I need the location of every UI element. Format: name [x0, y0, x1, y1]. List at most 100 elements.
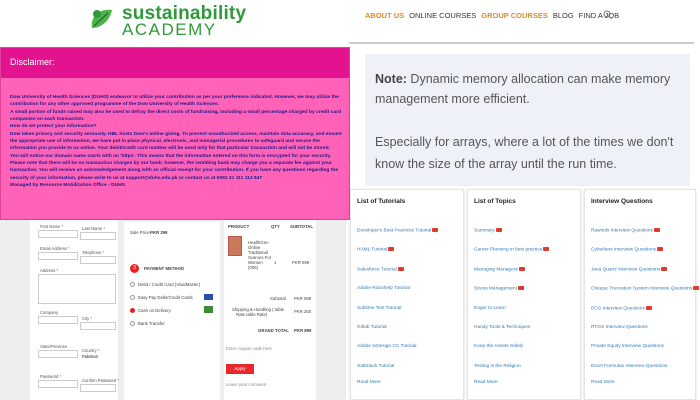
order-review-panel: PRODUCT QTY SUBTOTAL HealthGen Online Tr…	[224, 216, 316, 400]
payment-option-easypay-label: Easy Pay Debit/Credit Cards	[138, 295, 193, 300]
list-item[interactable]: Salesforce Tutorial	[357, 266, 438, 286]
nav-blog[interactable]: BLOG	[553, 11, 574, 20]
coupon-input[interactable]: Enter coupon code here	[226, 346, 272, 351]
topics-read-more-link[interactable]: Read More	[474, 380, 498, 385]
state-select[interactable]	[38, 350, 78, 358]
apply-coupon-button[interactable]: Apply	[226, 364, 254, 374]
disclaimer-line: How do we protect your information?	[10, 124, 97, 130]
nav-online-courses[interactable]: ONLINE COURSES	[409, 11, 476, 20]
product-qty[interactable]: 1	[274, 260, 276, 265]
disclaimer-line: Managed by Resource Mobilization Office …	[10, 183, 127, 189]
list-item[interactable]: Gitlab Tutorial	[357, 325, 438, 344]
list-item[interactable]: HAML Tutorial	[357, 247, 438, 266]
payment-option-bank-radio[interactable]	[130, 321, 135, 326]
hot-badge-icon	[645, 305, 652, 310]
city-label: City *	[82, 316, 93, 321]
nav-group-courses[interactable]: GROUP COURSES	[481, 11, 548, 20]
list-item[interactable]: Stress Management	[474, 286, 549, 305]
company-label: Company	[40, 310, 58, 315]
country-label: Country *	[82, 348, 100, 353]
site-header: sustainability ACADEMY ABOUT US ONLINE C…	[0, 0, 700, 42]
password-input[interactable]	[38, 380, 78, 388]
payment-option-cod-label: Cash on Delivery	[138, 308, 171, 313]
list-item[interactable]: Adobe InDesign CC Tutorial	[357, 344, 438, 363]
list-item[interactable]: Summary	[474, 228, 549, 247]
nav-about-us[interactable]: ABOUT US	[365, 11, 404, 20]
email-label: Email Address *	[40, 246, 70, 251]
list-item[interactable]: ECG Interview Questions	[591, 305, 699, 325]
interview-questions-card: Interview Questions Rawinds Interview Qu…	[584, 189, 700, 400]
list-item[interactable]: RTGS Interview Questions	[591, 325, 699, 344]
topics-card: List of Topics Summary Career Planning i…	[467, 189, 581, 400]
subtotal-label: Subtotal	[270, 296, 286, 301]
payment-option-card-label: Debit / Credit Card (Visa/Master)	[138, 282, 201, 287]
note-body-1: Dynamic memory allocation can make memor…	[375, 72, 671, 106]
disclaimer-line: Dow University of Health Sciences (DUHS)…	[10, 95, 339, 100]
payment-option-easypay-radio[interactable]	[130, 295, 135, 300]
list-item[interactable]: Eager to Learn	[474, 306, 549, 325]
list-item[interactable]: Cyberlans Interview Questions	[591, 247, 699, 266]
confirm-password-input[interactable]	[80, 384, 116, 392]
hot-badge-icon	[517, 286, 524, 291]
shipping-value: PKR 250	[294, 309, 312, 314]
disclaimer-title: Disclaimer:	[10, 57, 55, 67]
tutorials-read-more-link[interactable]: Read More	[357, 380, 381, 385]
country-select[interactable]: Pakistan	[82, 354, 98, 359]
disclaimer-line: A small portion of funds raised may also…	[10, 109, 342, 115]
list-item[interactable]: Developer's Best Practices Tutorial	[357, 228, 439, 247]
list-item[interactable]: Cheque Truncation System Interview Quest…	[591, 286, 700, 305]
interview-read-more-link[interactable]: Read More	[591, 380, 615, 385]
hot-badge-icon	[495, 228, 502, 232]
disclaimer-line: contribution for any other approved prog…	[10, 102, 219, 108]
site-logo[interactable]: sustainability ACADEMY	[84, 2, 246, 39]
billing-form: First Name * Last Name * Email Address *…	[30, 210, 119, 400]
hot-badge-icon	[661, 266, 668, 271]
grand-total-value: PKR 899	[294, 328, 312, 333]
address-label: Address *	[40, 268, 59, 273]
topics-card-title: List of Topics	[474, 198, 516, 205]
list-item[interactable]: Keep the Assets Safely	[474, 344, 549, 363]
col-product: PRODUCT	[228, 224, 250, 229]
col-subtotal: SUBTOTAL	[290, 224, 313, 229]
search-icon[interactable]	[603, 10, 613, 20]
payment-option-bank-label: Bank Transfer	[138, 321, 165, 326]
hot-badge-icon	[653, 228, 660, 232]
list-item[interactable]: Sublime Text Tutorial	[357, 306, 438, 325]
telephone-input[interactable]	[80, 256, 116, 264]
city-input[interactable]	[80, 322, 116, 330]
list-item[interactable]: Managing Managers	[474, 266, 549, 286]
list-item[interactable]: Java Quartz Interview Questions	[591, 266, 699, 286]
payment-step-number: 3	[130, 264, 139, 273]
company-input[interactable]	[38, 316, 78, 324]
disclaimer-line: security of your information, please wri…	[10, 175, 263, 181]
payment-option-cod-radio[interactable]	[130, 308, 135, 313]
disclaimer-line: Dow takes privacy and security seriously…	[10, 131, 342, 137]
list-item[interactable]: Career Planning in best practice	[474, 247, 550, 266]
note-label: Note:	[375, 72, 407, 86]
logo-text-bottom: ACADEMY	[122, 20, 217, 39]
email-input[interactable]	[38, 252, 78, 260]
tutorials-card: List of Tutorials Developer's Best Pract…	[350, 189, 464, 400]
nav-find-a-job[interactable]: FIND A JOB	[579, 11, 619, 20]
first-name-input[interactable]	[38, 230, 78, 238]
list-item[interactable]: Adobe Robohelp Tutorial	[357, 286, 438, 305]
sale-price-label: Sale Price	[130, 230, 150, 235]
cash-icon	[204, 306, 213, 313]
hot-badge-icon	[693, 286, 700, 291]
disclaimer-popup: Disclaimer: Dow University of Health Sci…	[0, 47, 350, 220]
page: sustainability ACADEMY ABOUT US ONLINE C…	[0, 0, 700, 400]
payment-option-card-radio[interactable]	[130, 282, 135, 287]
list-item[interactable]: Handy Tools & Techniques	[474, 325, 549, 344]
col-qty: QTY	[271, 224, 280, 229]
product-image	[228, 236, 242, 256]
leaf-logo-icon	[87, 5, 117, 35]
comment-textarea[interactable]: Leave your comment	[226, 382, 266, 387]
hot-badge-icon	[432, 228, 439, 232]
payment-method-title: PAYMENT METHOD	[144, 266, 185, 271]
list-item[interactable]: Rawinds Interview Questions	[591, 228, 699, 247]
list-item[interactable]: Private Equity Interview Questions	[591, 344, 699, 363]
address-input[interactable]	[38, 274, 116, 304]
last-name-input[interactable]	[80, 232, 116, 240]
state-label: State/Province	[40, 344, 68, 349]
note-text-2: Especially for arrays, where a lot of th…	[375, 135, 674, 171]
